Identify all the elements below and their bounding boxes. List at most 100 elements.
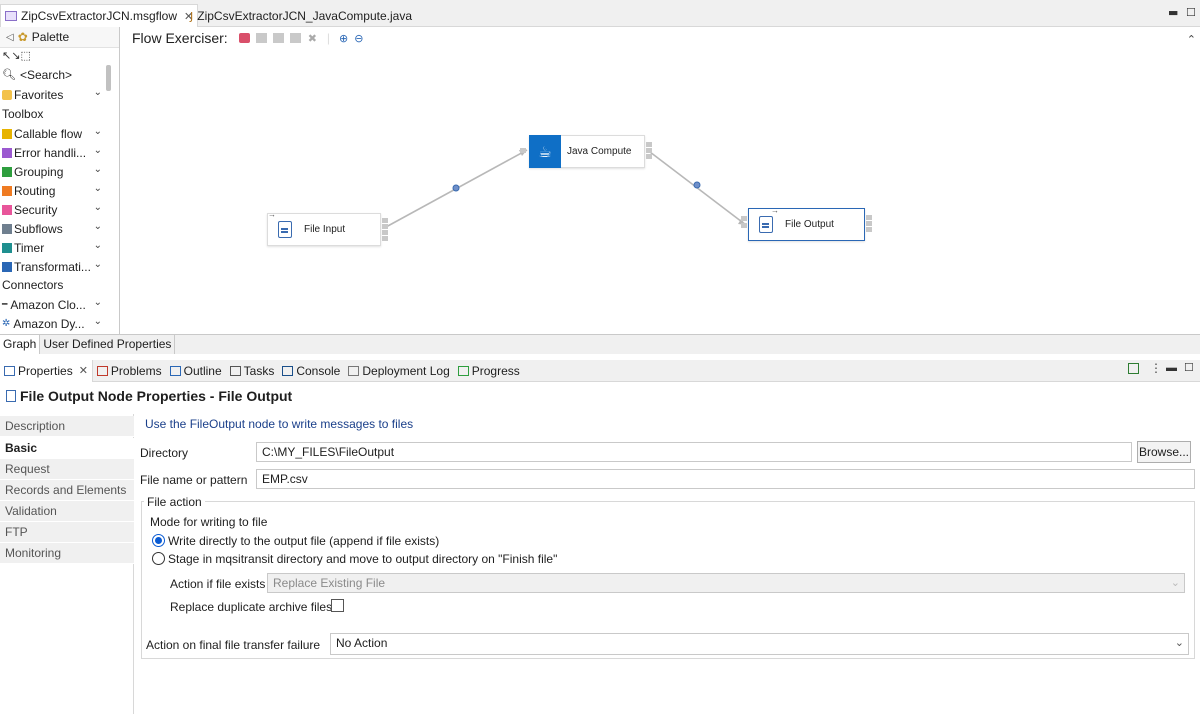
dynamodb-icon: ✲: [2, 318, 11, 329]
minimize-icon[interactable]: ▬: [1168, 6, 1178, 19]
chevron-down-icon[interactable]: ⌄: [94, 316, 102, 327]
nav-description[interactable]: Description: [0, 416, 134, 437]
properties-nav: Description Basic Request Records and El…: [0, 414, 134, 714]
palette-drawer-callable-flow[interactable]: Callable flow ⌄: [0, 124, 104, 143]
tab-tasks[interactable]: Tasks: [226, 360, 279, 382]
chevron-down-icon[interactable]: ⌄: [94, 297, 102, 308]
palette-title: Palette: [31, 30, 70, 44]
final-failure-select[interactable]: No Action ⌄: [330, 633, 1189, 655]
terminal-out[interactable]: [382, 230, 388, 235]
record-icon[interactable]: [255, 33, 267, 43]
nav-request[interactable]: Request: [0, 459, 134, 480]
terminal-out[interactable]: [866, 227, 872, 232]
tab-progress[interactable]: Progress: [454, 360, 524, 382]
tab-problems[interactable]: Problems: [93, 360, 166, 382]
palette-icon: ✿: [17, 30, 28, 44]
chevron-up-icon[interactable]: ⌃: [1187, 33, 1196, 46]
maximize-icon[interactable]: ☐: [1186, 6, 1196, 19]
drawer-label: Callable flow: [14, 126, 83, 141]
terminal-out[interactable]: [382, 218, 388, 223]
drawer-label: Grouping: [14, 164, 64, 179]
select-tool-icon[interactable]: ↖: [2, 49, 11, 62]
palette-header[interactable]: ◁ ✿ Palette: [0, 27, 119, 48]
open-console-icon[interactable]: [1128, 363, 1139, 374]
terminal-out[interactable]: [382, 236, 388, 241]
palette-drawer-timer[interactable]: Timer ⌄: [0, 238, 104, 257]
view-menu-icon[interactable]: ⋮: [1150, 361, 1162, 375]
marquee-tool-icon[interactable]: ⬚: [20, 49, 30, 62]
terminal-out[interactable]: [382, 224, 388, 229]
replace-duplicate-checkbox[interactable]: [331, 599, 344, 612]
final-failure-label: Action on final file transfer failure: [146, 638, 321, 652]
nav-ftp[interactable]: FTP: [0, 522, 134, 543]
tab-deployment-log[interactable]: Deployment Log: [344, 360, 453, 382]
terminal-out[interactable]: [646, 142, 652, 147]
node-file-output[interactable]: File Output: [748, 208, 865, 241]
tab-graph[interactable]: Graph: [0, 335, 41, 354]
action-if-exists-select[interactable]: Replace Existing File ⌄: [267, 573, 1185, 593]
palette-drawer-subflows[interactable]: Subflows ⌄: [0, 219, 104, 238]
chevron-down-icon[interactable]: ⌄: [94, 126, 102, 137]
palette-drawer-amazon-dynamodb[interactable]: ✲ Amazon Dy... ⌄: [0, 314, 104, 333]
palette-drawer-routing[interactable]: Routing ⌄: [0, 181, 104, 200]
chevron-down-icon[interactable]: ⌄: [94, 87, 102, 98]
terminal-in[interactable]: [741, 216, 747, 221]
browse-button[interactable]: Browse...: [1137, 441, 1191, 463]
node-file-input[interactable]: File Input: [267, 213, 381, 246]
chevron-down-icon[interactable]: ⌄: [94, 145, 102, 156]
palette-drawer-error-handling[interactable]: Error handli... ⌄: [0, 143, 104, 162]
terminal-in[interactable]: [520, 148, 526, 153]
nav-basic[interactable]: Basic: [0, 438, 134, 459]
terminal-in[interactable]: [741, 223, 747, 228]
tab-console[interactable]: Console: [278, 360, 344, 382]
chevron-down-icon[interactable]: ⌄: [94, 221, 102, 232]
send-message-icon[interactable]: [272, 33, 284, 43]
terminal-out[interactable]: [646, 148, 652, 153]
editor-tab-msgflow[interactable]: ZipCsvExtractorJCN.msgflow ✕: [0, 4, 199, 27]
nav-validation[interactable]: Validation: [0, 501, 134, 522]
connection-handle[interactable]: [452, 184, 460, 192]
tab-outline[interactable]: Outline: [166, 360, 226, 382]
outline-icon: [169, 365, 181, 376]
editor-tab-java[interactable]: J ZipCsvExtractorJCN_JavaCompute.java: [186, 6, 416, 26]
clear-icon[interactable]: ✖: [308, 32, 317, 45]
maximize-icon[interactable]: ☐: [1184, 361, 1194, 374]
zoom-out-icon[interactable]: ⊖: [354, 32, 363, 45]
palette-drawer-transformation[interactable]: Transformati... ⌄: [0, 257, 104, 276]
zoom-in-icon[interactable]: ⊕: [339, 32, 348, 45]
connection-javacompute-fileoutput[interactable]: [649, 151, 747, 226]
flow-canvas[interactable]: File Input → ☕︎ Java Compute File Output…: [120, 49, 1200, 334]
palette-drawer-amazon-cloud[interactable]: ━ Amazon Clo... ⌄: [0, 295, 104, 314]
palette-search[interactable]: 🔍︎ <Search>: [0, 65, 104, 84]
java-compute-icon: ☕︎: [529, 135, 561, 168]
mode-direct-radio[interactable]: [152, 534, 165, 547]
view-path-icon[interactable]: [289, 33, 301, 43]
tab-properties[interactable]: Properties ✕: [0, 359, 93, 382]
minimize-icon[interactable]: ▬: [1166, 362, 1177, 374]
filename-input[interactable]: EMP.csv: [256, 469, 1195, 489]
mode-stage-radio[interactable]: [152, 552, 165, 565]
palette-drawer-favorites[interactable]: Favorites ⌄: [0, 85, 104, 104]
chevron-down-icon[interactable]: ⌄: [94, 183, 102, 194]
terminal-out[interactable]: [866, 221, 872, 226]
connection-handle[interactable]: [693, 181, 701, 189]
chevron-down-icon[interactable]: ⌄: [94, 164, 102, 175]
nav-monitoring[interactable]: Monitoring: [0, 543, 134, 564]
collapse-left-icon[interactable]: ◁: [6, 32, 14, 43]
palette-scrollbar[interactable]: [106, 65, 111, 91]
chevron-down-icon[interactable]: ⌄: [94, 240, 102, 251]
terminal-out[interactable]: [646, 154, 652, 159]
palette-drawer-security[interactable]: Security ⌄: [0, 200, 104, 219]
start-exerciser-icon[interactable]: [238, 33, 250, 43]
terminal-out[interactable]: [866, 215, 872, 220]
nav-records-and-elements[interactable]: Records and Elements: [0, 480, 134, 501]
tab-user-defined-properties[interactable]: User Defined Properties: [40, 335, 176, 354]
mode-direct-label[interactable]: Write directly to the output file (appen…: [168, 534, 439, 548]
chevron-down-icon[interactable]: ⌄: [94, 202, 102, 213]
node-java-compute[interactable]: ☕︎ Java Compute: [529, 135, 645, 168]
palette-drawer-grouping[interactable]: Grouping ⌄: [0, 162, 104, 181]
close-icon[interactable]: ✕: [79, 364, 88, 377]
directory-input[interactable]: C:\MY_FILES\FileOutput: [256, 442, 1132, 462]
mode-stage-label[interactable]: Stage in mqsitransit directory and move …: [168, 552, 557, 566]
chevron-down-icon[interactable]: ⌄: [94, 259, 102, 270]
